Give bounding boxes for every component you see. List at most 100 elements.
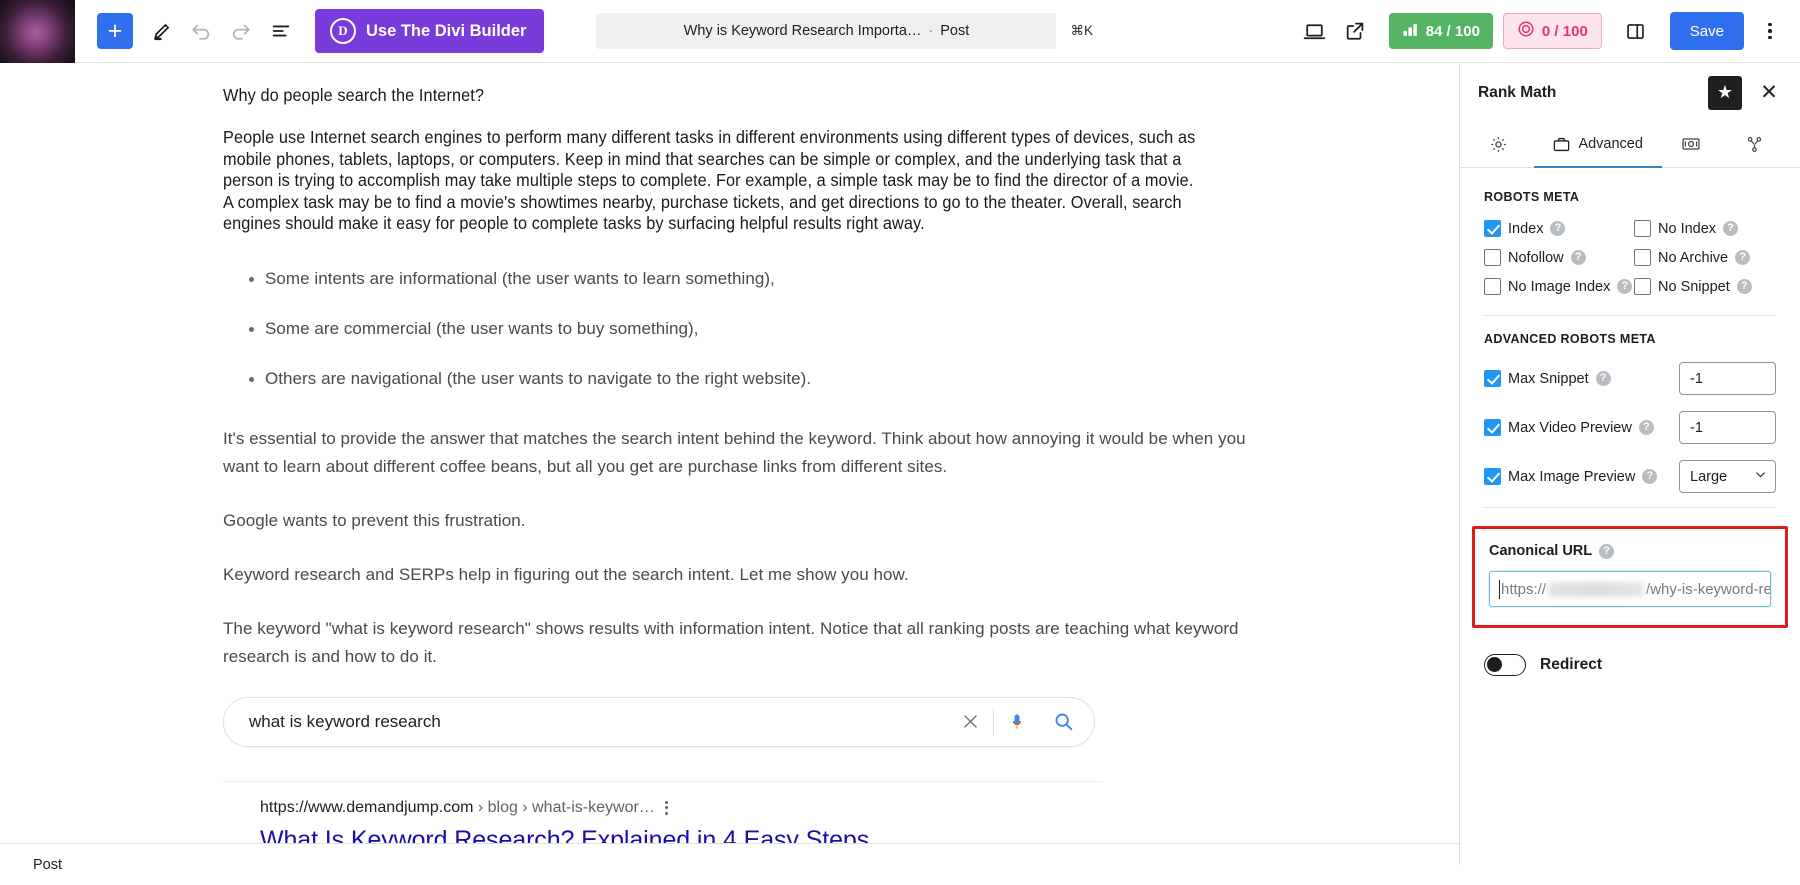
document-title: Why is Keyword Research Importa…	[684, 23, 922, 39]
chevron-down-icon	[1754, 468, 1767, 485]
google-search-bar[interactable]: what is keyword research	[223, 697, 1095, 747]
checkbox[interactable]	[1484, 249, 1501, 266]
canonical-url-label: Canonical URL	[1489, 543, 1592, 559]
list-item: Some intents are informational (the user…	[265, 265, 1279, 293]
canonical-url-input[interactable]: https:// /why-is-keyword-re	[1489, 571, 1771, 607]
google-search-query: what is keyword research	[224, 712, 947, 732]
ai-score-badge[interactable]: 0 / 100	[1503, 13, 1602, 49]
help-icon[interactable]: ?	[1599, 544, 1614, 559]
robots-option-nofollow[interactable]: Nofollow ?	[1484, 249, 1634, 266]
list-item: Others are navigational (the user wants …	[265, 365, 1279, 393]
help-icon[interactable]: ?	[1571, 250, 1586, 265]
editor-top-toolbar: + D Use The Divi Builder Why is Keyword …	[0, 0, 1800, 63]
help-icon[interactable]: ?	[1617, 279, 1632, 294]
checkbox[interactable]	[1634, 278, 1651, 295]
help-icon[interactable]: ?	[1735, 250, 1750, 265]
help-icon[interactable]: ?	[1642, 469, 1657, 484]
view-device-preview-icon[interactable]	[1295, 11, 1335, 51]
edit-tool-icon[interactable]	[141, 11, 181, 51]
robots-meta-options: Index ? No Index ? Nofollow ? No Archive…	[1484, 220, 1776, 295]
redirect-toggle[interactable]	[1484, 654, 1526, 676]
tab-general[interactable]	[1470, 122, 1534, 168]
sidebar-body: Robots Meta Index ? No Index ? Nofollow …	[1460, 168, 1800, 863]
search-intent-list: Some intents are informational (the user…	[223, 265, 1279, 393]
robots-option-index[interactable]: Index ?	[1484, 220, 1634, 237]
editor-bottom-bar: Post	[0, 843, 1459, 885]
more-options-icon[interactable]	[1750, 11, 1790, 51]
max-snippet-input[interactable]: -1	[1679, 362, 1776, 395]
divi-button-label: Use The Divi Builder	[366, 22, 526, 41]
help-icon[interactable]: ?	[1639, 420, 1654, 435]
use-the-divi-builder-button[interactable]: D Use The Divi Builder	[315, 9, 544, 53]
sidebar-header: Rank Math ★ ✕	[1460, 63, 1800, 122]
paragraph: Keyword research and SERPs help in figur…	[223, 561, 1279, 589]
page-title: Rank Math	[1478, 84, 1698, 102]
view-post-external-icon[interactable]	[1335, 11, 1375, 51]
max-image-preview-select[interactable]: Large	[1679, 460, 1776, 493]
embedded-google-doc-image: Why do people search the Internet? Peopl…	[223, 85, 1205, 235]
serp-result-options-icon[interactable]	[665, 801, 668, 815]
divi-logo-icon: D	[330, 18, 356, 44]
tab-social[interactable]	[1726, 122, 1790, 168]
checkbox-label: No Image Index	[1508, 279, 1610, 295]
help-icon[interactable]: ?	[1550, 221, 1565, 236]
text-caret	[1499, 580, 1500, 599]
doc-image-question: Why do people search the Internet?	[223, 85, 1205, 106]
divider	[1484, 507, 1776, 508]
advanced-robots-meta-heading: Advanced Robots Meta	[1484, 332, 1776, 346]
redirect-section: Redirect	[1460, 628, 1800, 676]
advanced-row-max-image-preview: Max Image Preview ? Large	[1484, 460, 1776, 493]
document-overview-icon[interactable]	[261, 11, 301, 51]
seo-score-badge[interactable]: 84 / 100	[1389, 13, 1493, 49]
tab-advanced[interactable]: Advanced	[1534, 122, 1662, 168]
checkbox[interactable]	[1634, 220, 1651, 237]
close-icon[interactable]: ✕	[1752, 76, 1786, 110]
robots-option-no-snippet[interactable]: No Snippet ?	[1634, 278, 1776, 295]
max-video-preview-value: -1	[1690, 420, 1703, 436]
help-icon[interactable]: ?	[1723, 221, 1738, 236]
checkbox[interactable]	[1484, 468, 1501, 485]
max-snippet-value: -1	[1690, 371, 1703, 387]
checkbox-label: No Archive	[1658, 250, 1728, 266]
toggle-sidebar-icon[interactable]	[1616, 11, 1656, 51]
robots-option-no-archive[interactable]: No Archive ?	[1634, 249, 1776, 266]
post-content: Why do people search the Internet? Peopl…	[0, 63, 1459, 865]
ai-score-icon	[1517, 20, 1535, 42]
save-button[interactable]: Save	[1670, 12, 1744, 50]
search-icon[interactable]	[1040, 711, 1086, 732]
checkbox[interactable]	[1484, 278, 1501, 295]
tab-schema[interactable]	[1662, 122, 1727, 168]
breadcrumb[interactable]: Post	[33, 857, 62, 873]
advanced-row-max-snippet: Max Snippet ? -1	[1484, 362, 1776, 395]
paragraph: It's essential to provide the answer tha…	[223, 425, 1279, 481]
undo-icon[interactable]	[181, 11, 221, 51]
document-post-type: Post	[940, 23, 969, 39]
robots-option-no-index[interactable]: No Index ?	[1634, 220, 1776, 237]
checkbox-label: No Snippet	[1658, 279, 1730, 295]
editor-canvas: Why do people search the Internet? Peopl…	[0, 63, 1459, 865]
add-block-button[interactable]: +	[97, 13, 133, 49]
redo-icon[interactable]	[221, 11, 261, 51]
checkbox[interactable]	[1484, 419, 1501, 436]
document-title-bar[interactable]: Why is Keyword Research Importa… · Post	[596, 13, 1056, 49]
help-icon[interactable]: ?	[1737, 279, 1752, 294]
share-icon	[1745, 135, 1764, 154]
checkbox[interactable]	[1484, 220, 1501, 237]
help-icon[interactable]: ?	[1596, 371, 1611, 386]
divider	[1484, 315, 1776, 316]
max-video-preview-input[interactable]: -1	[1679, 411, 1776, 444]
google-serp-screenshot: what is keyword research	[223, 697, 1279, 866]
sidebar-tabs: Advanced	[1460, 122, 1800, 168]
tab-advanced-label: Advanced	[1578, 136, 1643, 152]
site-avatar[interactable]	[0, 0, 75, 63]
canonical-url-label-row: Canonical URL ?	[1489, 543, 1771, 559]
checkbox[interactable]	[1484, 370, 1501, 387]
star-icon[interactable]: ★	[1708, 76, 1742, 110]
doc-image-paragraph: People use Internet search engines to pe…	[223, 127, 1205, 235]
checkbox[interactable]	[1634, 249, 1651, 266]
max-image-preview-value: Large	[1690, 469, 1727, 485]
clear-search-icon[interactable]	[947, 712, 993, 731]
robots-meta-heading: Robots Meta	[1484, 190, 1776, 204]
robots-option-no-image-index[interactable]: No Image Index ?	[1484, 278, 1634, 295]
voice-search-icon[interactable]	[994, 712, 1040, 732]
